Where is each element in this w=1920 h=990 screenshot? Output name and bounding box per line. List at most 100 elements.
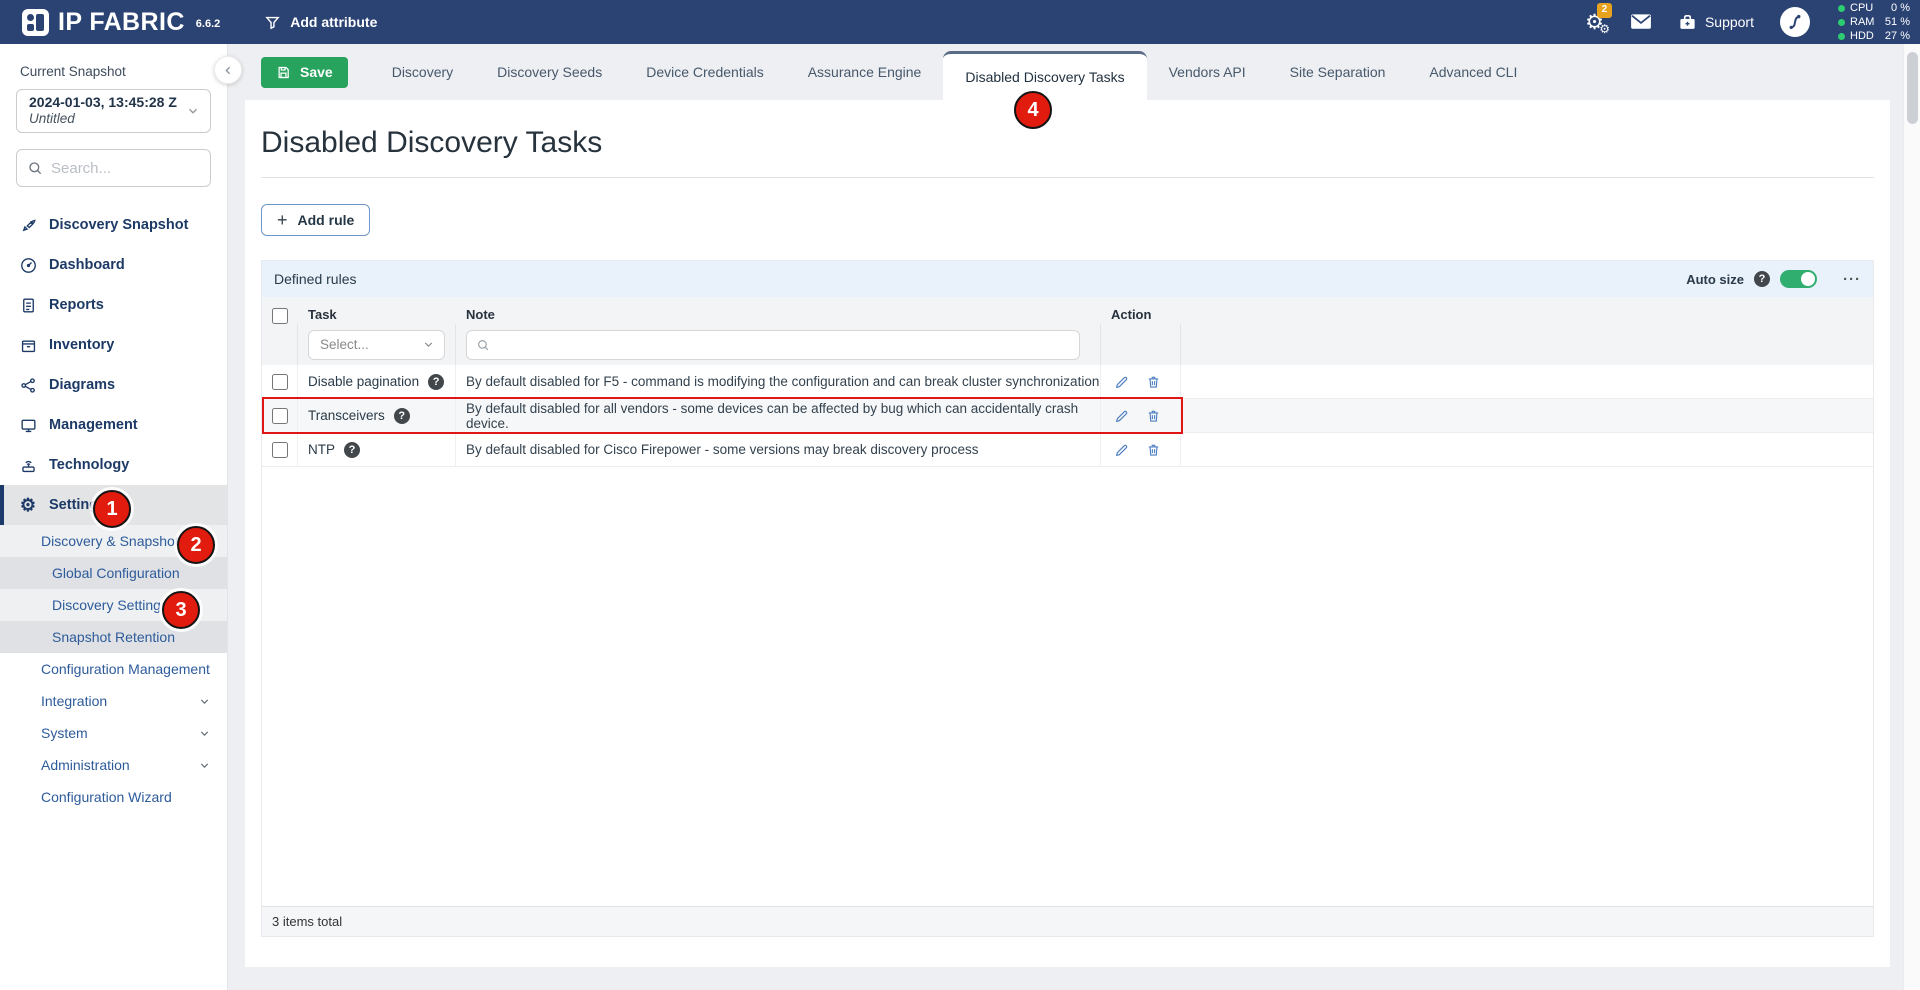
table-row[interactable]: Disable pagination By default disabled f…	[262, 365, 1873, 399]
add-attribute-button[interactable]: Add attribute	[264, 14, 377, 31]
search-icon	[476, 338, 490, 352]
sidebar-item-label: Diagrams	[49, 377, 115, 393]
sidebar-item-dashboard[interactable]: Dashboard	[0, 245, 227, 285]
row-checkbox[interactable]	[272, 442, 288, 458]
column-header-note: Note	[456, 307, 1101, 324]
sidebar-item-label: Inventory	[49, 337, 114, 353]
app-logo[interactable]: IP FABRIC 6.6.2	[22, 8, 220, 37]
mail-button[interactable]	[1630, 13, 1652, 31]
hdd-label: HDD	[1850, 30, 1880, 43]
cpu-label: CPU	[1850, 2, 1880, 15]
save-button[interactable]: Save	[261, 57, 348, 88]
table-empty-space	[262, 467, 1873, 906]
row-checkbox[interactable]	[272, 374, 288, 390]
sidebar-item-label: Dashboard	[49, 257, 125, 273]
sidebar-item-label: Management	[49, 417, 138, 433]
tab-vendors-api[interactable]: Vendors API	[1147, 44, 1268, 100]
ram-stat: RAM 51 %	[1838, 16, 1910, 29]
floppy-disk-icon	[276, 65, 291, 80]
system-stats: CPU 0 % RAM 51 % HDD 27 %	[1838, 2, 1910, 43]
scrollbar-thumb[interactable]	[1907, 52, 1918, 124]
sidebar-item-snapshot-retention[interactable]: Snapshot Retention	[0, 621, 227, 653]
column-header-task: Task	[298, 307, 456, 324]
toggle-knob	[1801, 272, 1815, 286]
delete-trash-icon[interactable]	[1146, 442, 1161, 458]
tab-device-credentials[interactable]: Device Credentials	[624, 44, 786, 100]
ram-status-dot	[1838, 19, 1845, 26]
help-icon[interactable]	[344, 442, 360, 458]
sidebar-collapse-button[interactable]	[214, 56, 242, 84]
task-filter-select[interactable]: Select...	[308, 330, 445, 360]
cpu-value: 0 %	[1891, 2, 1910, 15]
auto-size-toggle[interactable]	[1780, 270, 1817, 288]
chevron-down-icon	[198, 759, 211, 772]
delete-trash-icon[interactable]	[1146, 408, 1161, 424]
more-options-button[interactable]	[1843, 271, 1861, 288]
version-label: 6.6.2	[196, 18, 220, 30]
sidebar-search[interactable]	[16, 149, 211, 187]
rule-note: By default disabled for all vendors - so…	[456, 399, 1101, 432]
sidebar-subitem-label: Global Configuration	[52, 565, 180, 581]
tab-advanced-cli[interactable]: Advanced CLI	[1407, 44, 1539, 100]
briefcase-icon	[1678, 13, 1697, 32]
hdd-status-dot	[1838, 33, 1845, 40]
edit-pencil-icon[interactable]	[1114, 442, 1130, 458]
select-all-checkbox[interactable]	[272, 308, 288, 324]
search-input[interactable]	[51, 160, 191, 177]
row-checkbox[interactable]	[272, 408, 288, 424]
add-attribute-label: Add attribute	[290, 14, 377, 30]
tab-assurance-engine[interactable]: Assurance Engine	[786, 44, 944, 100]
tab-discovery-seeds[interactable]: Discovery Seeds	[475, 44, 624, 100]
sidebar-item-reports[interactable]: Reports	[0, 285, 227, 325]
tabs: Discovery Discovery Seeds Device Credent…	[370, 44, 1540, 100]
sidebar-item-label: Reports	[49, 297, 104, 313]
page-scrollbar[interactable]	[1903, 44, 1920, 990]
chevron-down-icon	[198, 695, 211, 708]
tab-site-separation[interactable]: Site Separation	[1268, 44, 1408, 100]
help-icon[interactable]	[428, 374, 444, 390]
ram-value: 51 %	[1885, 16, 1910, 29]
settings-tabbar: Save Discovery Discovery Seeds Device Cr…	[228, 44, 1903, 100]
sidebar-item-discovery-snapshot[interactable]: Discovery Snapshot	[0, 205, 227, 245]
delete-trash-icon[interactable]	[1146, 374, 1161, 390]
sidebar-subitem-label: Integration	[41, 693, 107, 709]
tab-discovery[interactable]: Discovery	[370, 44, 475, 100]
logo-text: IP FABRIC	[58, 8, 185, 37]
sidebar-subitem-label: Discovery Settings	[52, 597, 168, 613]
note-filter-search[interactable]	[466, 330, 1080, 360]
sidebar-item-system[interactable]: System	[0, 717, 227, 749]
cpu-status-dot	[1838, 5, 1845, 12]
tab-disabled-discovery-tasks[interactable]: Disabled Discovery Tasks	[943, 51, 1146, 100]
sidebar-item-configuration-management[interactable]: Configuration Management	[0, 653, 227, 685]
user-avatar[interactable]	[1780, 7, 1810, 37]
auto-size-label: Auto size	[1686, 272, 1744, 287]
sidebar-item-integration[interactable]: Integration	[0, 685, 227, 717]
add-rule-button[interactable]: + Add rule	[261, 204, 370, 236]
support-button[interactable]: Support	[1678, 13, 1754, 32]
table-row[interactable]: NTP By default disabled for Cisco Firepo…	[262, 433, 1873, 467]
sidebar-item-label: Discovery Snapshot	[49, 217, 188, 233]
snapshot-name: Untitled	[29, 111, 177, 128]
sidebar-item-management[interactable]: Management	[0, 405, 227, 445]
sidebar-item-administration[interactable]: Administration	[0, 749, 227, 781]
settings-gears-button[interactable]: ⚙⚙ 2	[1585, 12, 1604, 33]
sidebar-item-inventory[interactable]: Inventory	[0, 325, 227, 365]
sidebar-item-configuration-wizard[interactable]: Configuration Wizard	[0, 781, 227, 813]
column-header-action: Action	[1101, 307, 1181, 324]
help-icon[interactable]	[394, 408, 410, 424]
table-row-highlighted[interactable]: Transceivers By default disabled for all…	[262, 399, 1873, 433]
edit-pencil-icon[interactable]	[1114, 408, 1130, 424]
ram-label: RAM	[1850, 16, 1880, 29]
sidebar-item-diagrams[interactable]: Diagrams	[0, 365, 227, 405]
edit-pencil-icon[interactable]	[1114, 374, 1130, 390]
ipfabric-logo-icon	[22, 9, 49, 36]
note-filter-input[interactable]	[497, 337, 1070, 352]
task-name: NTP	[308, 442, 335, 457]
help-icon[interactable]	[1754, 271, 1770, 287]
gear-icon: ⚙	[18, 495, 38, 516]
sidebar-subitem-label: Configuration Wizard	[41, 789, 172, 805]
rule-note: By default disabled for F5 - command is …	[456, 365, 1101, 398]
snapshot-selector[interactable]: 2024-01-03, 13:45:28 Z Untitled	[16, 89, 211, 133]
plus-icon: +	[277, 210, 288, 231]
sidebar-item-technology[interactable]: Technology	[0, 445, 227, 485]
